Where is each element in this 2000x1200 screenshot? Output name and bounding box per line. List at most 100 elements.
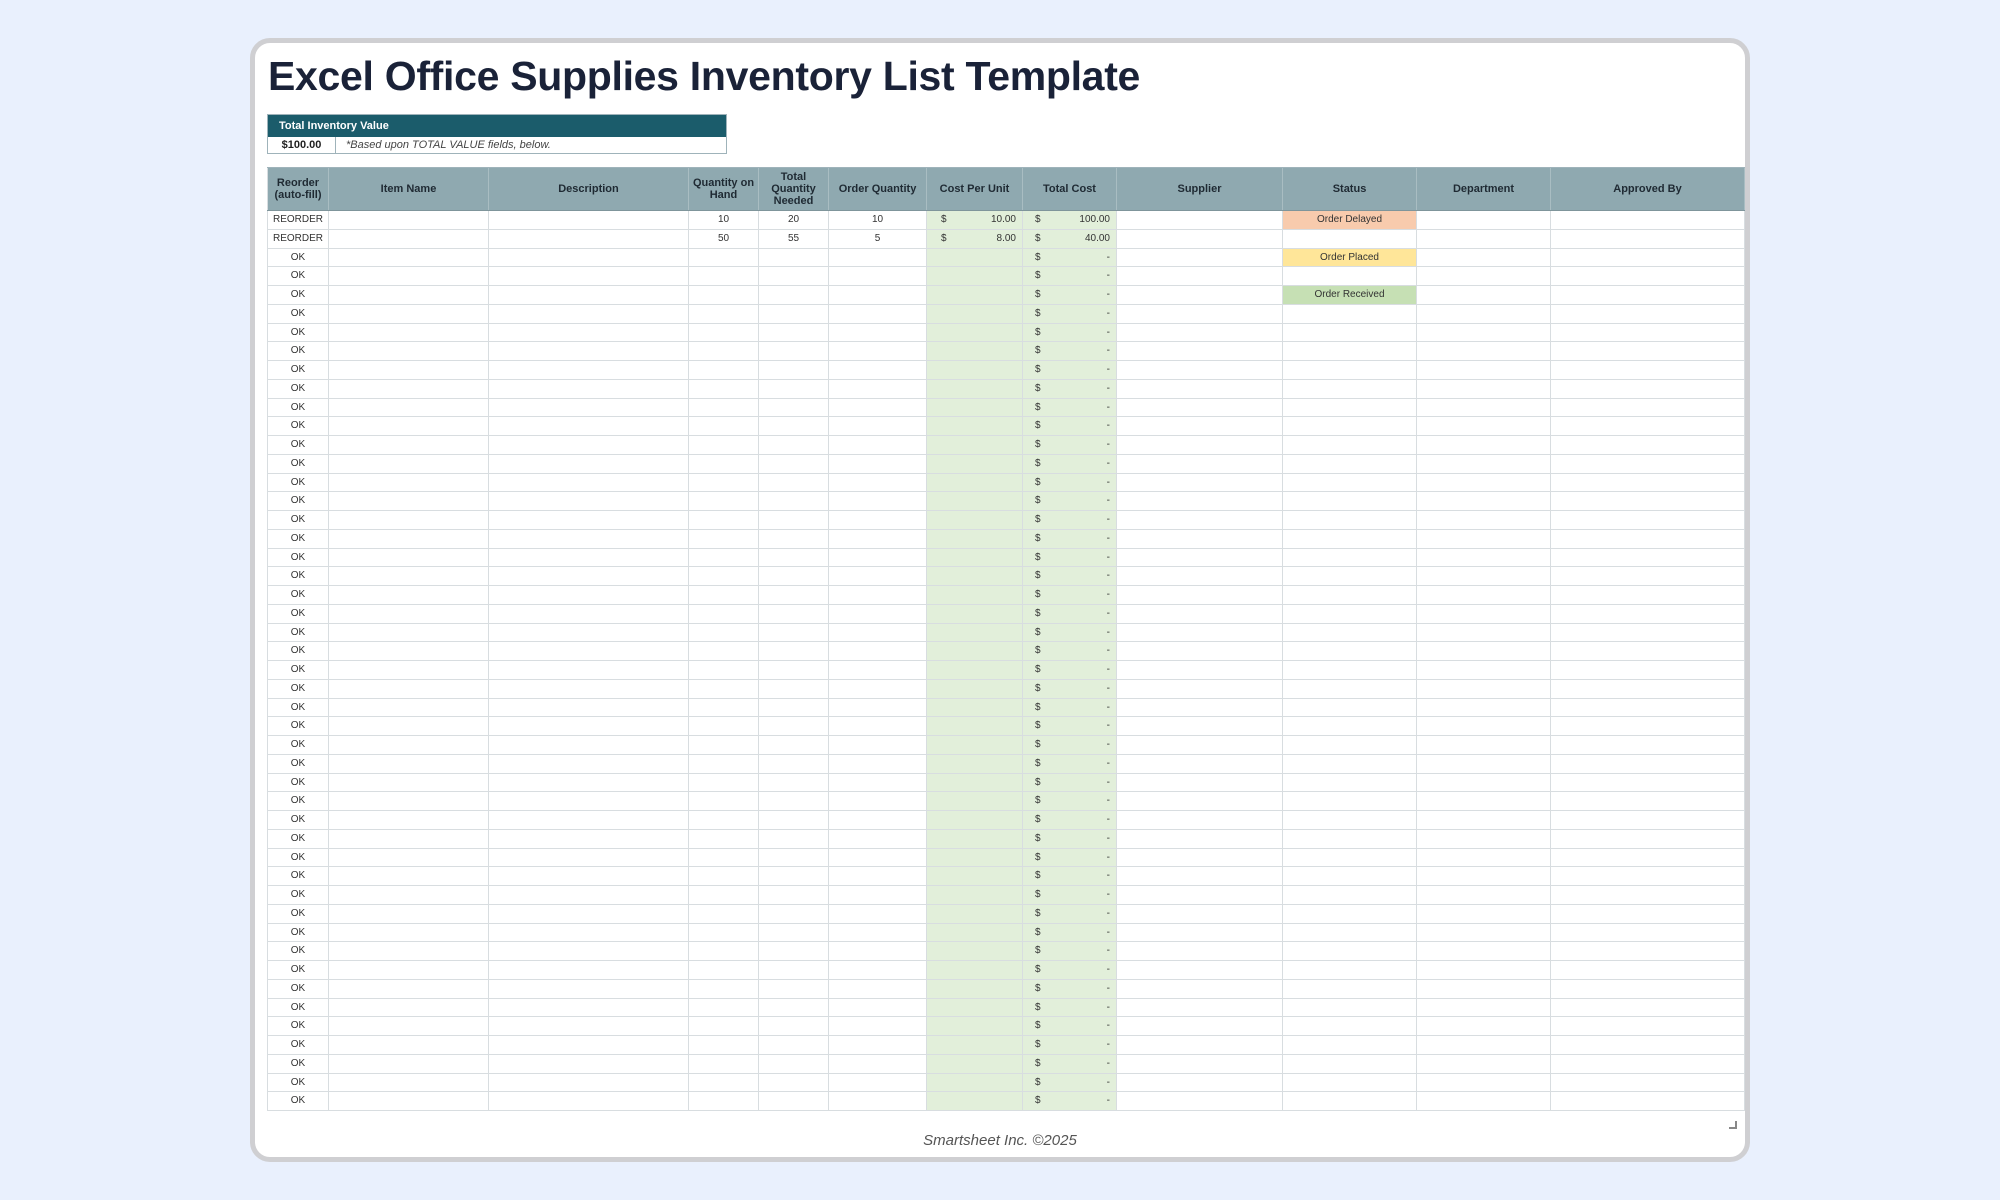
cell-status[interactable]	[1283, 1036, 1417, 1054]
cell-quantity-on-hand[interactable]	[689, 548, 759, 567]
cell-status[interactable]	[1283, 942, 1417, 960]
cell-total-cost[interactable]: $ -	[1023, 1036, 1117, 1054]
cell-item-name[interactable]	[329, 1036, 489, 1054]
cell-total-quantity-needed[interactable]	[759, 417, 829, 435]
col-header-supplier[interactable]: Supplier	[1117, 168, 1283, 210]
cell-total-quantity-needed[interactable]	[759, 717, 829, 735]
cell-description[interactable]	[489, 211, 689, 229]
cell-cost-per-unit[interactable]	[927, 792, 1023, 810]
cell-status[interactable]	[1283, 904, 1417, 923]
cell-cost-per-unit[interactable]	[927, 904, 1023, 923]
cell-order-quantity[interactable]	[829, 811, 927, 829]
cell-department[interactable]	[1417, 1036, 1551, 1054]
cell-total-quantity-needed[interactable]	[759, 304, 829, 323]
cell-approved-by[interactable]	[1551, 492, 1745, 510]
cell-total-cost[interactable]: $ -	[1023, 586, 1117, 604]
cell-reorder[interactable]: OK	[267, 979, 329, 998]
cell-total-quantity-needed[interactable]	[759, 361, 829, 379]
cell-total-cost[interactable]: $ -	[1023, 848, 1117, 867]
cell-item-name[interactable]	[329, 473, 489, 492]
cell-department[interactable]	[1417, 848, 1551, 867]
cell-approved-by[interactable]	[1551, 229, 1745, 248]
cell-reorder[interactable]: OK	[267, 398, 329, 417]
cell-status[interactable]	[1283, 848, 1417, 867]
cell-status[interactable]	[1283, 623, 1417, 642]
cell-cost-per-unit[interactable]	[927, 923, 1023, 942]
cell-reorder[interactable]: OK	[267, 961, 329, 979]
cell-quantity-on-hand[interactable]	[689, 661, 759, 679]
cell-total-quantity-needed[interactable]	[759, 586, 829, 604]
cell-order-quantity[interactable]	[829, 1017, 927, 1035]
cell-supplier[interactable]	[1117, 848, 1283, 867]
cell-cost-per-unit[interactable]	[927, 473, 1023, 492]
cell-supplier[interactable]	[1117, 604, 1283, 623]
cell-order-quantity[interactable]	[829, 1036, 927, 1054]
cell-order-quantity[interactable]	[829, 623, 927, 642]
cell-reorder[interactable]: OK	[267, 1073, 329, 1092]
cell-item-name[interactable]	[329, 867, 489, 885]
cell-approved-by[interactable]	[1551, 754, 1745, 773]
cell-supplier[interactable]	[1117, 1073, 1283, 1092]
cell-order-quantity[interactable]	[829, 1092, 927, 1110]
cell-description[interactable]	[489, 304, 689, 323]
cell-supplier[interactable]	[1117, 323, 1283, 342]
cell-cost-per-unit[interactable]	[927, 436, 1023, 454]
cell-department[interactable]	[1417, 267, 1551, 285]
cell-quantity-on-hand[interactable]	[689, 492, 759, 510]
cell-department[interactable]	[1417, 492, 1551, 510]
cell-department[interactable]	[1417, 717, 1551, 735]
cell-order-quantity[interactable]	[829, 661, 927, 679]
cell-cost-per-unit[interactable]	[927, 548, 1023, 567]
cell-department[interactable]	[1417, 379, 1551, 398]
cell-order-quantity[interactable]	[829, 792, 927, 810]
cell-department[interactable]	[1417, 473, 1551, 492]
cell-item-name[interactable]	[329, 736, 489, 754]
cell-supplier[interactable]	[1117, 736, 1283, 754]
cell-supplier[interactable]	[1117, 1036, 1283, 1054]
cell-approved-by[interactable]	[1551, 398, 1745, 417]
cell-item-name[interactable]	[329, 886, 489, 904]
cell-approved-by[interactable]	[1551, 829, 1745, 848]
cell-department[interactable]	[1417, 454, 1551, 473]
cell-order-quantity[interactable]	[829, 867, 927, 885]
cell-department[interactable]	[1417, 511, 1551, 529]
cell-approved-by[interactable]	[1551, 473, 1745, 492]
cell-item-name[interactable]	[329, 754, 489, 773]
cell-total-quantity-needed[interactable]	[759, 342, 829, 360]
cell-cost-per-unit[interactable]	[927, 1054, 1023, 1073]
cell-item-name[interactable]	[329, 904, 489, 923]
cell-quantity-on-hand[interactable]	[689, 717, 759, 735]
cell-total-quantity-needed[interactable]	[759, 604, 829, 623]
cell-order-quantity[interactable]	[829, 679, 927, 698]
cell-order-quantity[interactable]	[829, 248, 927, 267]
cell-department[interactable]	[1417, 736, 1551, 754]
cell-reorder[interactable]: OK	[267, 942, 329, 960]
cell-quantity-on-hand[interactable]	[689, 792, 759, 810]
cell-department[interactable]	[1417, 586, 1551, 604]
cell-description[interactable]	[489, 979, 689, 998]
cell-item-name[interactable]	[329, 286, 489, 304]
cell-description[interactable]	[489, 229, 689, 248]
col-header-department[interactable]: Department	[1417, 168, 1551, 210]
cell-item-name[interactable]	[329, 398, 489, 417]
cell-cost-per-unit[interactable]	[927, 342, 1023, 360]
cell-total-quantity-needed[interactable]	[759, 379, 829, 398]
cell-supplier[interactable]	[1117, 773, 1283, 792]
cell-cost-per-unit[interactable]	[927, 323, 1023, 342]
cell-status[interactable]: Order Delayed	[1283, 211, 1417, 229]
cell-approved-by[interactable]	[1551, 567, 1745, 585]
cell-description[interactable]	[489, 586, 689, 604]
cell-reorder[interactable]: OK	[267, 454, 329, 473]
cell-status[interactable]: Order Placed	[1283, 248, 1417, 267]
cell-quantity-on-hand[interactable]	[689, 1073, 759, 1092]
cell-total-quantity-needed[interactable]	[759, 886, 829, 904]
cell-status[interactable]	[1283, 454, 1417, 473]
cell-department[interactable]	[1417, 792, 1551, 810]
cell-quantity-on-hand[interactable]	[689, 342, 759, 360]
cell-department[interactable]	[1417, 679, 1551, 698]
cell-status[interactable]	[1283, 642, 1417, 660]
cell-total-quantity-needed[interactable]	[759, 904, 829, 923]
cell-order-quantity[interactable]	[829, 417, 927, 435]
cell-order-quantity[interactable]	[829, 998, 927, 1017]
cell-order-quantity[interactable]	[829, 304, 927, 323]
